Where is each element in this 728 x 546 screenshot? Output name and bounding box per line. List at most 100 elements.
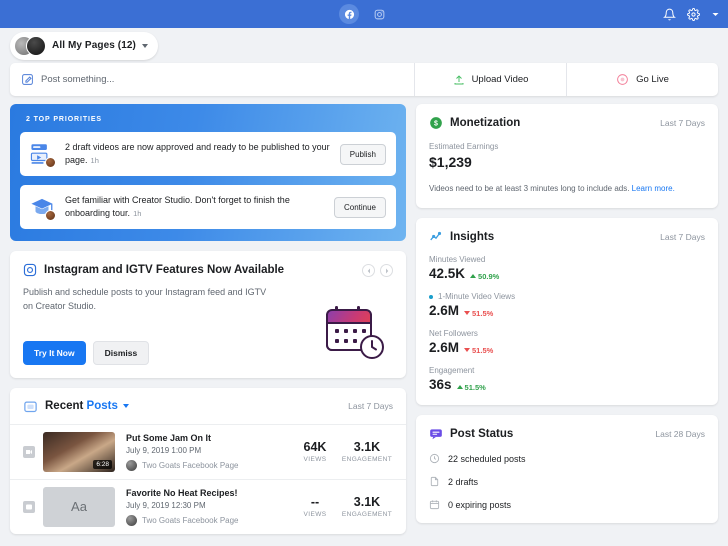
instagram-icon [374,9,384,19]
list-item[interactable]: 0 expiring posts [429,499,705,510]
priority-item[interactable]: 2 draft videos are now approved and read… [20,132,396,176]
metric-value-row: 36s 51.5% [429,377,705,392]
post-status-range: Last 28 Days [655,429,705,439]
triangle-down-icon [464,311,471,315]
avatar [126,514,137,526]
post-engagement-value: 3.1K [353,495,381,510]
recent-posts-title-prefix: Recent [45,400,87,413]
recent-posts-card: Recent Posts Last 7 Days 6:28 Put Some J… [10,387,406,534]
monetization-header: $ Monetization Last 7 Days [429,116,705,130]
account-menu-button[interactable] [711,10,720,19]
igtv-promo-title: Instagram and IGTV Features Now Availabl… [44,264,285,276]
upload-icon [454,74,464,84]
post-views-label: VIEWS [303,511,327,519]
post-status-title: Post Status [450,428,514,440]
table-row[interactable]: Aa Favorite No Heat Recipes! July 9, 201… [10,478,406,534]
video-icon [26,449,32,454]
continue-button[interactable]: Continue [333,196,386,218]
post-status-text: 0 expiring posts [448,499,512,510]
facebook-channel-button[interactable] [339,4,359,24]
metric-value-row: 2.6M 51.5% [429,340,705,355]
chevron-down-icon [712,12,719,16]
avatar [126,459,137,471]
list-item[interactable]: 2 drafts [429,476,705,487]
left-column: 2 TOP PRIORITIES 2 draft videos are now … [10,104,406,534]
chevron-down-icon[interactable] [122,404,129,409]
monetization-title: Monetization [450,117,521,129]
post-title: Favorite No Heat Recipes! [126,487,238,498]
priority-message: 2 draft videos are now approved and read… [65,141,330,165]
upload-video-label: Upload Video [471,74,529,85]
recent-posts-title: Recent Posts [45,400,118,412]
video-draft-icon [29,141,56,168]
clock-icon [429,453,440,464]
page-selector-label: All My Pages (12) [52,40,136,51]
top-priorities-card: 2 TOP PRIORITIES 2 draft videos are now … [10,104,406,241]
facebook-icon [344,9,354,19]
table-row[interactable]: 6:28 Put Some Jam On It July 9, 2019 1:0… [10,423,406,479]
metric-label-text: Minutes Viewed [429,255,486,264]
post-status-card: Post Status Last 28 Days 22 scheduled po… [416,415,718,523]
metric-label: 1-Minute Video Views [429,292,705,301]
metric-delta-text: 51.5% [472,345,494,355]
igtv-promo-body: Publish and schedule posts to your Insta… [23,287,267,311]
estimated-earnings-label: Estimated Earnings [429,142,499,151]
settings-button[interactable] [687,7,700,21]
post-status-text: 2 drafts [448,476,479,487]
metric-delta-text: 51.5% [464,382,486,392]
learn-more-link[interactable]: Learn more. [632,184,675,193]
metric-value-row: 2.6M 51.5% [429,303,705,318]
chevron-right-icon [385,268,388,273]
post-views-value: -- [310,495,320,510]
instagram-icon [23,263,37,277]
text-post-icon [26,504,32,510]
video-duration-badge: 6:28 [93,459,112,469]
publish-button[interactable]: Publish [339,143,386,165]
dismiss-button[interactable]: Dismiss [92,340,150,365]
carousel-next-button[interactable] [380,264,393,277]
insights-card: Insights Last 7 Days Minutes Viewed 42.5… [416,218,718,405]
post-status-text: 22 scheduled posts [448,453,526,464]
monetization-icon: $ [430,117,442,129]
igtv-carousel-nav [362,264,393,277]
instagram-channel-button[interactable] [369,4,389,24]
post-page: Two Goats Facebook Page [126,514,289,526]
post-thumbnail: 6:28 [43,431,115,472]
calendar-clock-illustration [324,303,388,366]
post-engagement-label: ENGAGEMENT [341,511,393,519]
post-date: July 9, 2019 12:30 PM [126,500,206,510]
priority-item[interactable]: Get familiar with Creator Studio. Don't … [20,185,396,229]
graduation-cap-icon [29,194,56,221]
carousel-prev-button[interactable] [362,264,375,277]
post-date: July 9, 2019 1:00 PM [126,445,202,455]
metric-delta: 51.5% [464,309,493,318]
post-status-icon [430,429,442,440]
post-views-stat: 64K VIEWS [289,440,341,463]
list-item[interactable]: 22 scheduled posts [429,453,705,464]
post-title: Put Some Jam On It [126,432,212,443]
try-it-now-button[interactable]: Try It Now [23,340,86,365]
monetization-note-text: Videos need to be at least 3 minutes lon… [429,184,632,193]
monetization-note: Videos need to be at least 3 minutes lon… [429,183,705,195]
post-something-input[interactable]: Post something... [10,63,414,96]
go-live-icon [617,74,628,85]
page-selector[interactable]: All My Pages (12) [10,31,158,60]
post-page-name: Two Goats Facebook Page [142,515,239,525]
composer-bar: Post something... Upload Video Go Live [10,63,718,96]
metric-delta: 50.9% [470,272,499,281]
go-live-button[interactable]: Go Live [566,63,718,96]
gear-icon [687,7,700,21]
priority-text: 2 draft videos are now approved and read… [65,141,330,167]
post-meta: Put Some Jam On It July 9, 2019 1:00 PM … [126,433,289,471]
channel-switcher [0,4,728,24]
monetization-card: $ Monetization Last 7 Days Estimated Ear… [416,104,718,208]
notifications-button[interactable] [663,8,676,21]
upload-video-button[interactable]: Upload Video [414,63,566,96]
bell-icon [663,8,676,20]
metric-label-text: Net Followers [429,329,478,338]
post-views-label: VIEWS [303,456,327,464]
top-navigation-bar [0,0,728,28]
priority-text: Get familiar with Creator Studio. Don't … [65,194,324,220]
metric-delta: 51.5% [456,382,486,392]
estimated-earnings-value: $1,239 [429,154,472,170]
